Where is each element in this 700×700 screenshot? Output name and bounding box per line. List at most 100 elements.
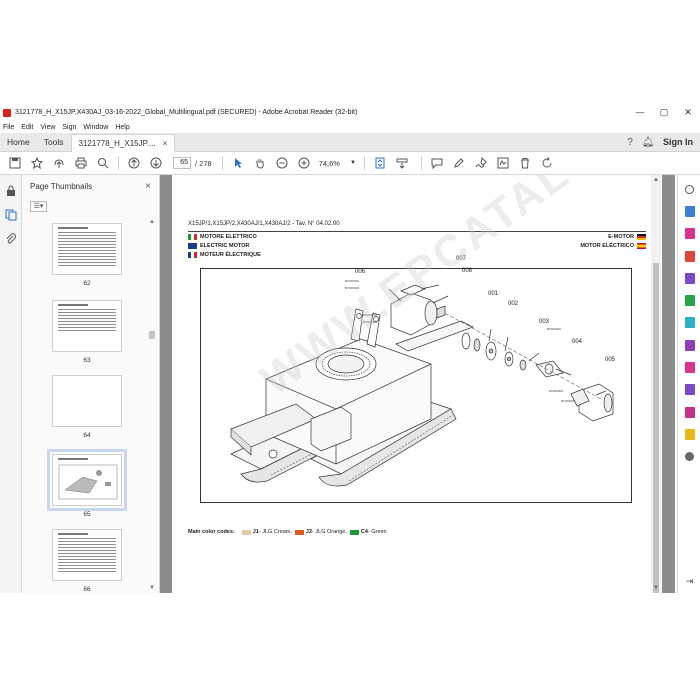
lang-label-german: E-MOTOR bbox=[608, 234, 646, 240]
bookmark-star-icon[interactable] bbox=[26, 154, 48, 172]
expand-panel-icon[interactable]: ⇥ bbox=[678, 576, 700, 587]
menu-sign[interactable]: Sign bbox=[62, 124, 76, 131]
delete-trash-icon[interactable] bbox=[514, 154, 536, 172]
maximize-button[interactable]: ▢ bbox=[652, 107, 676, 118]
thumbnail-page-64[interactable]: 64 bbox=[52, 375, 122, 439]
scroll-mode-icon[interactable] bbox=[391, 154, 413, 172]
menu-file[interactable]: File bbox=[3, 124, 14, 131]
scroll-up-icon[interactable]: ▲ bbox=[148, 219, 156, 225]
toolbar-separator bbox=[363, 156, 365, 170]
callout-004: 004 bbox=[572, 339, 583, 345]
rotate-icon[interactable] bbox=[536, 154, 558, 172]
create-pdf-icon[interactable] bbox=[678, 245, 700, 267]
protect-icon[interactable] bbox=[678, 356, 700, 378]
toolbar-separator bbox=[420, 156, 422, 170]
acrobat-window: 3121778_H_X15JP,X430AJ_03-16-2022_Global… bbox=[0, 104, 700, 593]
hand-tool-icon[interactable] bbox=[249, 154, 271, 172]
page-thumbnails-panel: Page Thumbnails × ☰▾ 62 63 64 65 66 ▲ ▼ bbox=[22, 175, 160, 593]
attachments-paperclip-icon[interactable] bbox=[0, 227, 22, 251]
menu-help[interactable]: Help bbox=[115, 124, 129, 131]
scroll-up-icon[interactable]: ▲ bbox=[651, 177, 661, 183]
thumbnails-header: Page Thumbnails × bbox=[22, 175, 159, 197]
fill-sign-icon[interactable] bbox=[678, 334, 700, 356]
find-text-icon[interactable] bbox=[92, 154, 114, 172]
thumbnail-page-63[interactable]: 63 bbox=[52, 300, 122, 364]
acrobat-app-icon bbox=[3, 108, 11, 117]
highlight-pen-icon[interactable] bbox=[448, 154, 470, 172]
zoom-out-icon[interactable] bbox=[271, 154, 293, 172]
select-cursor-icon[interactable] bbox=[227, 154, 249, 172]
part-code-label: BV000000 bbox=[561, 399, 576, 403]
thumbnail-page-number: 65 bbox=[83, 511, 91, 518]
help-icon[interactable]: ? bbox=[621, 137, 639, 148]
close-window-button[interactable]: ✕ bbox=[676, 107, 700, 118]
swatch-cream bbox=[241, 529, 251, 535]
menu-edit[interactable]: Edit bbox=[21, 124, 33, 131]
uk-flag-icon bbox=[188, 243, 197, 249]
more-tools-icon[interactable] bbox=[678, 446, 700, 468]
previous-page-icon[interactable] bbox=[123, 154, 145, 172]
tab-document[interactable]: 3121778_H_X15JP.... × bbox=[70, 134, 176, 152]
document-viewport[interactable]: X15JP/1,X15JP/2,X430AJ/1,X430AJ/2 - Tav.… bbox=[160, 175, 675, 593]
next-page-icon[interactable] bbox=[145, 154, 167, 172]
edit-pdf-icon[interactable] bbox=[678, 223, 700, 245]
thumbnails-scrollbar[interactable]: ▲ ▼ bbox=[148, 219, 156, 591]
swatch-green bbox=[349, 529, 359, 535]
header-rule bbox=[188, 231, 646, 232]
thumbnails-title: Page Thumbnails bbox=[30, 181, 93, 191]
tab-bar-right: ? 🔔︎ Sign In bbox=[621, 133, 700, 151]
notifications-icon[interactable]: 🔔︎ bbox=[639, 137, 657, 148]
scrollbar-thumb[interactable] bbox=[149, 331, 155, 339]
document-scrollbar[interactable]: ▲ ▼ bbox=[651, 175, 661, 593]
scroll-down-icon[interactable]: ▼ bbox=[148, 585, 156, 591]
zoom-level-select[interactable]: 74,6% ▼ bbox=[319, 159, 356, 168]
toolbar-separator bbox=[221, 156, 223, 170]
swatch-orange bbox=[294, 529, 304, 535]
page-number-input[interactable]: 65 bbox=[173, 157, 191, 169]
minimize-button[interactable]: — bbox=[628, 107, 652, 118]
tab-home[interactable]: Home bbox=[0, 133, 37, 151]
fit-page-icon[interactable] bbox=[369, 154, 391, 172]
tab-tools[interactable]: Tools bbox=[37, 133, 71, 151]
lang-label-french: MOTEUR ÉLECTRIQUE bbox=[188, 252, 261, 258]
color-code-c4: C4 bbox=[360, 529, 368, 535]
draw-sign-icon[interactable] bbox=[470, 154, 492, 172]
print-icon[interactable] bbox=[70, 154, 92, 172]
thumbnail-page-66[interactable]: 66 bbox=[52, 529, 122, 593]
thumbnail-page-65[interactable]: 65 bbox=[47, 449, 127, 518]
comment-tool-icon[interactable] bbox=[678, 312, 700, 334]
sign-in-button[interactable]: Sign In bbox=[663, 137, 693, 147]
lock-icon[interactable] bbox=[0, 179, 22, 203]
color-name-c4: - Green bbox=[367, 529, 387, 535]
page-thumbnails-icon[interactable] bbox=[0, 203, 22, 227]
tab-close-icon[interactable]: × bbox=[163, 139, 168, 148]
thumbnail-page-number: 66 bbox=[83, 586, 91, 593]
thumbnail-page-number: 63 bbox=[83, 357, 91, 364]
color-codes-label: Main color codes: bbox=[188, 529, 235, 535]
thumbnail-page-62[interactable]: 62 bbox=[52, 223, 122, 287]
thumbnail-page-number: 62 bbox=[83, 280, 91, 287]
menu-window[interactable]: Window bbox=[83, 124, 108, 131]
save-icon[interactable] bbox=[4, 154, 26, 172]
combine-files-icon[interactable] bbox=[678, 267, 700, 289]
scrollbar-thumb[interactable] bbox=[653, 263, 659, 593]
send-for-review-icon[interactable] bbox=[678, 423, 700, 445]
close-panel-icon[interactable]: × bbox=[145, 181, 151, 192]
menu-view[interactable]: View bbox=[40, 124, 55, 131]
comment-icon[interactable] bbox=[426, 154, 448, 172]
zoom-in-icon[interactable] bbox=[293, 154, 315, 172]
options-menu-icon[interactable]: ☰▾ bbox=[30, 200, 47, 212]
search-tools-icon[interactable] bbox=[678, 178, 700, 200]
prepare-form-icon[interactable] bbox=[678, 401, 700, 423]
right-tools-rail: ⇥ bbox=[677, 175, 700, 593]
tab-bar: Home Tools 3121778_H_X15JP.... × ? 🔔︎ Si… bbox=[0, 133, 700, 152]
stamp-icon[interactable] bbox=[492, 154, 514, 172]
share-upload-icon[interactable] bbox=[48, 154, 70, 172]
scroll-down-icon[interactable]: ▼ bbox=[651, 585, 661, 591]
france-flag-icon bbox=[188, 252, 197, 258]
callout-002: 002 bbox=[508, 301, 519, 307]
organize-pages-icon[interactable] bbox=[678, 289, 700, 311]
export-pdf-icon[interactable] bbox=[678, 200, 700, 222]
request-signature-icon[interactable] bbox=[678, 379, 700, 401]
thumbnail-page-number: 64 bbox=[83, 432, 91, 439]
